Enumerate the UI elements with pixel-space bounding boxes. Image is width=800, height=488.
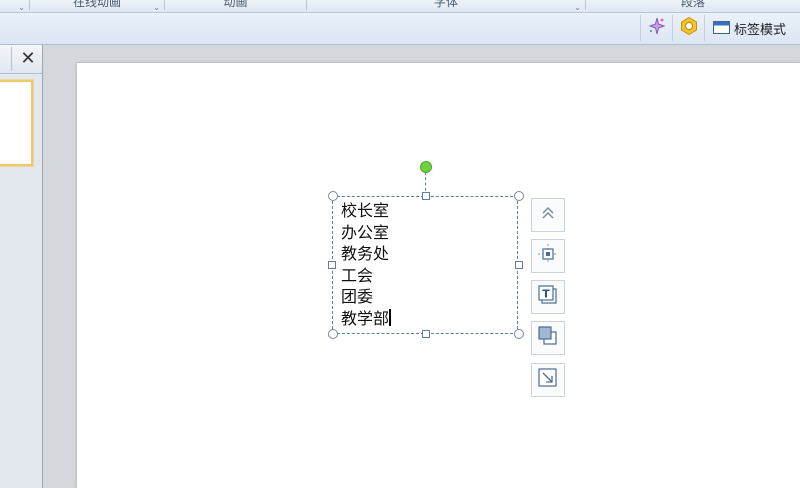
text-format-button[interactable]: T (531, 280, 565, 314)
divider (11, 47, 12, 71)
resize-handle-bottom-right[interactable] (514, 329, 524, 339)
ribbon-group-labels: ⌄ 在线动画 ⌄ 动画 字体 ⌄ 段落 (0, 0, 800, 13)
ribbon-group-font: 字体 ⌄ (307, 0, 586, 12)
text-line: 工会 (341, 265, 374, 285)
group-launcher-icon[interactable]: ⌄ (153, 0, 160, 12)
resize-handle-bottom-left[interactable] (328, 329, 338, 339)
ribbon-group-animation: 动画 (165, 0, 307, 10)
group-launcher-icon[interactable]: ⌄ (574, 0, 581, 12)
position-button[interactable] (531, 239, 565, 273)
resize-handle-top-right[interactable] (514, 191, 524, 201)
gear-icon (679, 16, 699, 40)
text-format-icon: T (537, 284, 559, 310)
text-caret (389, 308, 392, 326)
resize-handle-top[interactable] (422, 192, 430, 200)
shape-fill-icon (537, 325, 559, 351)
resize-handle-right[interactable] (515, 261, 523, 269)
ribbon-group-fragment: ⌄ (0, 0, 30, 12)
resize-handle-top-left[interactable] (328, 191, 338, 201)
resize-button[interactable] (531, 363, 565, 397)
resize-handle-left[interactable] (328, 261, 336, 269)
sparkle-button[interactable] (640, 15, 672, 41)
ribbon-group-label: 动画 (223, 0, 248, 9)
sparkle-icon (647, 16, 667, 40)
close-icon[interactable]: ✕ (17, 47, 39, 71)
svg-text:T: T (542, 288, 550, 301)
ribbon-group-online-animation: 在线动画 ⌄ (30, 0, 165, 12)
settings-button[interactable] (672, 15, 704, 41)
position-icon (537, 243, 559, 269)
text-box[interactable]: 校长室 办公室 教务处 工会 团委 教学部 (332, 196, 518, 334)
ribbon-group-paragraph: 段落 (586, 0, 800, 10)
text-line-value: 教学部 (341, 308, 390, 328)
quick-toolbar: 标签模式 (0, 13, 800, 45)
collapse-up-icon (539, 204, 557, 226)
text-line: 校长室 (341, 201, 390, 220)
resize-icon (537, 367, 559, 393)
resize-handle-bottom[interactable] (422, 330, 430, 338)
thumb-pane-header: ✕ (0, 45, 42, 74)
text-line: 教务处 (341, 244, 390, 263)
group-launcher-icon[interactable]: ⌄ (18, 0, 25, 12)
slide-thumbnail[interactable] (0, 80, 33, 166)
collapse-toolbar-button[interactable] (531, 198, 565, 232)
text-line: 办公室 (341, 222, 390, 242)
tag-mode-icon (713, 19, 730, 38)
slide-thumbnail-pane: ✕ (0, 45, 43, 488)
text-line-last: 教学部 (341, 308, 392, 330)
ribbon-group-label: 字体 (433, 0, 458, 9)
rotation-handle[interactable] (420, 161, 432, 173)
shape-fill-button[interactable] (531, 321, 565, 355)
tag-mode-label: 标签模式 (734, 22, 787, 38)
text-line: 团委 (341, 287, 374, 306)
tag-mode-button[interactable]: 标签模式 (704, 15, 800, 41)
ribbon-group-label: 在线动画 (72, 0, 121, 9)
ribbon-group-label: 段落 (680, 0, 705, 9)
text-box-content[interactable]: 校长室 办公室 教务处 工会 团委 教学部 (341, 200, 392, 330)
